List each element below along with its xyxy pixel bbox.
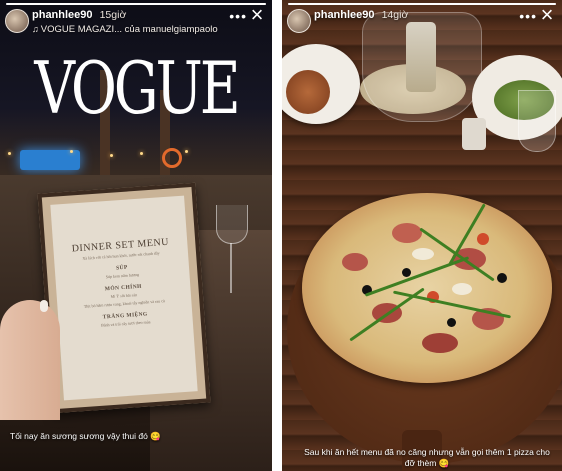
wine-glass-stem (230, 243, 232, 293)
story-progress-fill (288, 3, 556, 5)
olive (402, 268, 411, 277)
parmesan (452, 283, 472, 295)
more-options-icon[interactable]: ••• (229, 8, 247, 24)
username[interactable]: phanhlee90 (32, 9, 93, 21)
more-options-icon[interactable]: ••• (519, 8, 537, 24)
olive (497, 273, 507, 283)
music-note-icon: ♫ (32, 24, 39, 34)
prosciutto (392, 223, 422, 243)
prosciutto (422, 333, 458, 353)
menu-card-inner: DINNER SET MENU Xà lách với cá hồi hun k… (50, 195, 198, 401)
post-time: 14giờ (381, 9, 409, 21)
story-header: phanhlee90 14giờ ••• × (287, 4, 557, 40)
wine-glass (518, 90, 556, 152)
avatar[interactable] (5, 9, 29, 33)
post-time: 15giờ (99, 9, 127, 21)
fingernail (40, 300, 48, 312)
music-text: VOGUE MAGAZI... của manuelgiampaolo (40, 24, 218, 35)
lifebuoy (162, 148, 182, 168)
wine-glass (216, 205, 248, 244)
plate-food (286, 70, 330, 114)
vogue-title: VOGUE (34, 46, 240, 130)
story-header: phanhlee90 15giờ ♫ VOGUE MAGAZI... của ma… (5, 4, 267, 40)
story-caption: Sau khi ăn hết menu đã no căng nhưng vẫn… (304, 447, 550, 468)
hand (0, 300, 60, 420)
story-right[interactable]: phanhlee90 14giờ ••• × Sau khi ăn hết me… (282, 0, 562, 471)
olive (447, 318, 456, 327)
close-icon[interactable]: × (247, 4, 267, 26)
close-icon[interactable]: × (537, 4, 557, 26)
music-label[interactable]: ♫ VOGUE MAGAZI... của manuelgiampaolo (32, 24, 218, 35)
tomato (477, 233, 489, 245)
prosciutto (342, 253, 368, 271)
avatar[interactable] (287, 9, 311, 33)
story-progress-bar (6, 3, 266, 5)
arugula (349, 287, 425, 342)
username-row: phanhlee90 14giờ (314, 9, 408, 21)
story-progress-bar (288, 3, 556, 5)
string-lights (0, 150, 272, 160)
menu-card: DINNER SET MENU Xà lách với cá hồi hun k… (37, 182, 211, 414)
username-row: phanhlee90 15giờ (32, 9, 126, 21)
story-caption: Tối nay ăn sương sương vậy thui đó 😋 (10, 431, 161, 441)
story-progress-fill (6, 3, 266, 5)
salt-shaker (462, 118, 486, 150)
story-left[interactable]: VOGUE DINNER SET MENU Xà lách với cá hồi… (0, 0, 272, 471)
parmesan (412, 248, 434, 260)
username[interactable]: phanhlee90 (314, 9, 375, 21)
pizza (302, 193, 552, 383)
